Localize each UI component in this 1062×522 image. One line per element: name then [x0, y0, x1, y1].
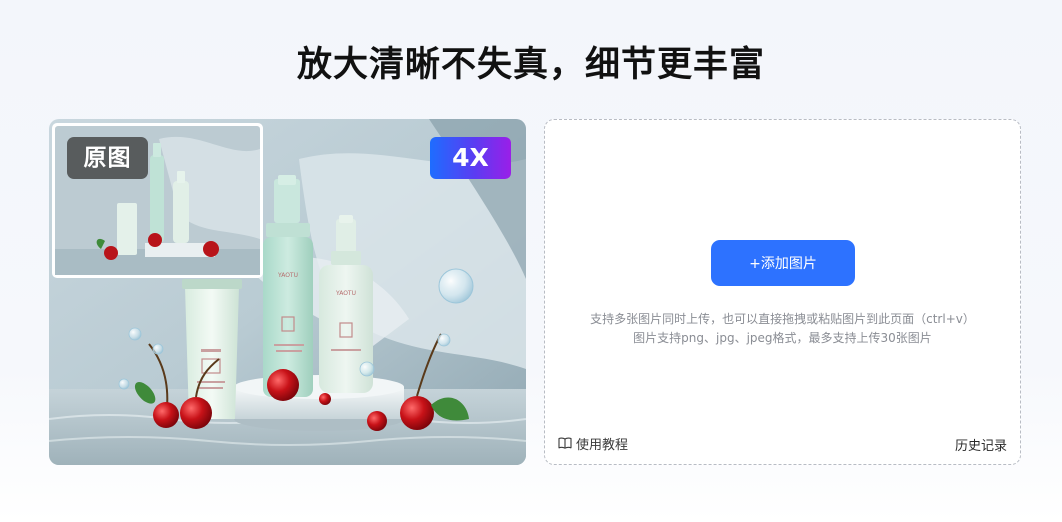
book-icon: [558, 437, 572, 449]
upload-dropzone[interactable]: +添加图片 支持多张图片同时上传，也可以直接拖拽或粘贴图片到此页面（ctrl+v…: [544, 119, 1021, 465]
add-image-button[interactable]: +添加图片: [711, 240, 855, 286]
tutorial-link[interactable]: 使用教程: [558, 435, 629, 453]
page-title: 放大清晰不失真，细节更丰富: [296, 45, 765, 85]
history-link[interactable]: 历史记录: [955, 435, 1007, 454]
original-badge: 原图: [67, 137, 148, 179]
svg-text:YAOTU: YAOTU: [335, 290, 356, 297]
tutorial-label: 使用教程: [576, 437, 629, 453]
svg-text:YAOTU: YAOTU: [277, 272, 298, 279]
upload-hint-line-1: 支持多张图片同时上传，也可以直接拖拽或粘贴图片到此页面（ctrl+v）: [590, 312, 975, 326]
scale-4x-badge: 4X: [430, 137, 511, 179]
upload-hint-line-2: 图片支持png、jpg、jpeg格式，最多支持上传30张图片: [633, 331, 932, 345]
